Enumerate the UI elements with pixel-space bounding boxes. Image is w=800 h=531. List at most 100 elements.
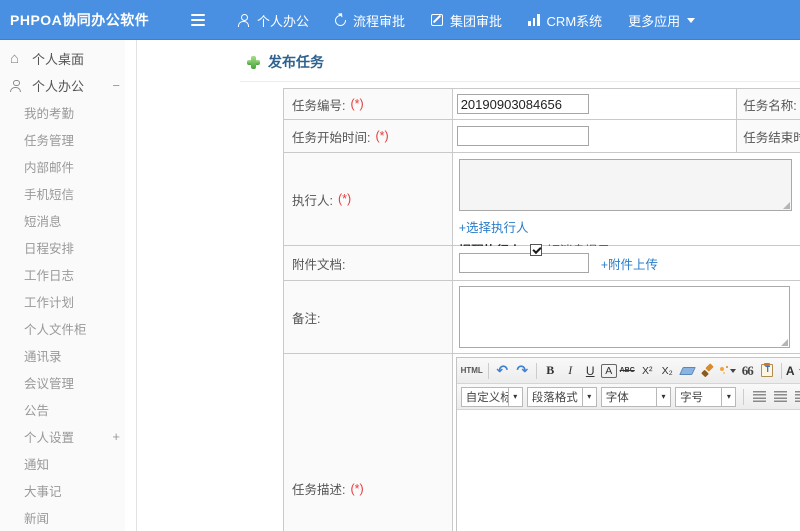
font-family-select[interactable]: 字体 ▾: [600, 386, 672, 407]
task-no-input[interactable]: [456, 94, 589, 114]
sidebar-item-meeting-management[interactable]: 会议管理: [0, 369, 136, 396]
font-color-button[interactable]: A: [786, 362, 800, 380]
font-style-button[interactable]: A: [600, 363, 617, 378]
sms-checkbox[interactable]: [530, 243, 543, 256]
redo-icon[interactable]: ↷: [513, 362, 532, 380]
nav-label: 流程审批: [353, 13, 406, 29]
nav-personal-office[interactable]: 个人办公: [237, 11, 309, 30]
top-header: PHPOA协同办公软件 个人办公 流程审批 集团审批 CRM系统 更多应用: [0, 0, 800, 40]
attachment-input[interactable]: [458, 253, 589, 273]
select-caret-icon: ▾: [507, 387, 522, 406]
person-icon: [237, 13, 250, 27]
resize-handle[interactable]: [782, 202, 790, 209]
italic-button[interactable]: I: [561, 362, 580, 380]
menu-toggle-icon[interactable]: [191, 14, 205, 26]
end-time-label: 任务结束时间:(*): [737, 120, 800, 153]
custom-heading-select[interactable]: 自定义标题 ▾: [460, 386, 523, 407]
sidebar-item-mobile-sms[interactable]: 手机短信: [0, 180, 136, 207]
sidebar-item-notice[interactable]: 通知: [0, 450, 136, 477]
sidebar-item-personal-files[interactable]: 个人文件柜: [0, 315, 136, 342]
nav-label: CRM系统: [546, 13, 603, 29]
sidebar-item-work-log[interactable]: 工作日志: [0, 261, 136, 288]
sidebar-item-memorabilia[interactable]: 大事记: [0, 477, 136, 504]
align-center-button[interactable]: [773, 391, 787, 402]
editor-toolbar-row2: 自定义标题 ▾ 段落格式 ▾ 字体 ▾ 字号 ▾: [456, 384, 800, 410]
editor-toolbar-row1: HTML ↶ ↷ B I U A ABC X² X₂ 66 T A: [456, 358, 800, 384]
subscript-button[interactable]: X₂: [658, 362, 677, 380]
bar-chart-icon: [528, 14, 540, 26]
sidebar-item-announcement[interactable]: 公告: [0, 396, 136, 423]
start-time-input[interactable]: [456, 126, 589, 146]
blockquote-icon[interactable]: 66: [738, 362, 757, 380]
paragraph-format-select[interactable]: 段落格式 ▾: [526, 386, 597, 407]
nav-process-approval[interactable]: 流程审批: [332, 11, 406, 30]
nav-crm-system[interactable]: CRM系统: [528, 11, 602, 30]
home-icon: ⌂: [10, 50, 20, 67]
sidebar-item-personal-office[interactable]: 个人办公 −: [0, 72, 136, 99]
title-separator: [240, 81, 800, 82]
task-name-label: 任务名称:(*): [737, 89, 800, 120]
nav-label: 集团审批: [450, 13, 503, 29]
required-mark: (*): [350, 481, 364, 496]
sidebar-item-task-management[interactable]: 任务管理: [0, 126, 136, 153]
nav-group-approval[interactable]: 集团审批: [431, 11, 502, 30]
quick-format-wand-icon[interactable]: [718, 362, 737, 380]
strikethrough-button[interactable]: ABC: [618, 362, 637, 380]
bold-button[interactable]: B: [541, 362, 560, 380]
undo-icon[interactable]: ↶: [493, 362, 512, 380]
paste-from-word-icon[interactable]: [758, 362, 777, 380]
start-time-label: 任务开始时间: (*): [284, 120, 453, 153]
select-caret-icon: ▾: [656, 387, 671, 406]
sidebar-item-news[interactable]: 新闻: [0, 504, 136, 531]
format-brush-icon[interactable]: [698, 362, 717, 380]
nav-label: 更多应用: [628, 13, 681, 29]
remark-textarea[interactable]: [458, 286, 790, 348]
sidebar-item-label: 个人桌面: [32, 52, 85, 67]
caret-down-icon: [687, 17, 696, 23]
attachment-label: 附件文档:: [284, 246, 453, 281]
editor-content-area[interactable]: [456, 410, 800, 531]
sidebar-item-personal-desktop[interactable]: ⌂ 个人桌面: [0, 45, 136, 72]
edit-square-icon: [431, 14, 444, 26]
plus-icon: [247, 55, 260, 69]
align-right-button[interactable]: [794, 391, 800, 402]
executor-label: 执行人: (*): [284, 153, 453, 246]
app-window: PHPOA协同办公软件 个人办公 流程审批 集团审批 CRM系统 更多应用 ⌂ …: [0, 0, 800, 531]
required-mark: (*): [375, 129, 389, 143]
choose-executor-link[interactable]: +选择执行人: [459, 217, 529, 236]
required-mark: (*): [337, 192, 352, 206]
attachment-upload-link[interactable]: +附件上传: [601, 254, 658, 273]
required-mark: (*): [350, 97, 364, 111]
sidebar-menu: ⌂ 个人桌面 个人办公 − 我的考勤 任务管理 内部邮件 手机短信 短消息 日程…: [0, 40, 137, 531]
select-caret-icon: ▾: [721, 387, 736, 406]
description-label: 任务描述: (*): [284, 354, 453, 531]
remark-label: 备注:: [284, 281, 453, 354]
sidebar-item-internal-mail[interactable]: 内部邮件: [0, 153, 136, 180]
resize-handle[interactable]: [780, 339, 788, 346]
nav-more-apps[interactable]: 更多应用: [628, 11, 696, 30]
publish-task-form: 任务编号:(*) 任务名称:(*) 任务开始时间:(*) 任务结束时间:(*) …: [283, 88, 800, 531]
sidebar-item-schedule[interactable]: 日程安排: [0, 234, 136, 261]
sidebar-item-contacts[interactable]: 通讯录: [0, 342, 136, 369]
rich-text-editor: HTML ↶ ↷ B I U A ABC X² X₂ 66 T A 自定义标 ▾…: [455, 357, 800, 531]
sidebar-item-short-message[interactable]: 短消息: [0, 207, 136, 234]
eraser-icon[interactable]: [678, 362, 697, 380]
font-size-select[interactable]: 字号 ▾: [675, 386, 737, 407]
collapse-toggle[interactable]: −: [112, 78, 120, 93]
align-left-button[interactable]: [753, 391, 766, 402]
html-source-button[interactable]: HTML: [460, 362, 484, 380]
executor-textarea[interactable]: [458, 159, 792, 211]
app-logo: PHPOA协同办公软件: [10, 12, 150, 28]
top-nav: 个人办公 流程审批 集团审批 CRM系统 更多应用: [237, 0, 696, 40]
underline-button[interactable]: U: [581, 362, 600, 380]
sidebar-item-work-plan[interactable]: 工作计划: [0, 288, 136, 315]
select-caret-icon: ▾: [581, 387, 596, 406]
sidebar-item-my-attendance[interactable]: 我的考勤: [0, 99, 136, 126]
page-title: 发布任务: [247, 52, 324, 72]
task-no-label: 任务编号: (*): [284, 89, 453, 120]
expand-toggle[interactable]: +: [112, 429, 120, 444]
superscript-button[interactable]: X²: [638, 362, 657, 380]
process-approval-icon: [332, 12, 349, 28]
nav-label: 个人办公: [257, 13, 310, 29]
sidebar-item-personal-settings[interactable]: 个人设置 +: [0, 423, 136, 450]
